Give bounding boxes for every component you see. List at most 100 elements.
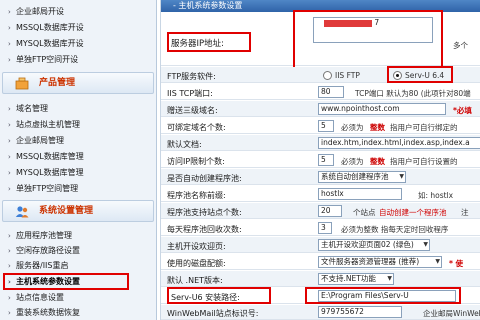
ip-limit-input[interactable]: 5: [318, 154, 334, 166]
sidebar-item-domains[interactable]: › 域名管理: [0, 101, 156, 116]
chevron-down-icon: ▼: [435, 258, 440, 265]
ip-limit-note-pre: 必须为: [341, 157, 364, 166]
ip-limit-row: 访问IP限制个数: 5 必须为 整数 指用户可自行设置的: [161, 152, 480, 168]
auto-pool-label: 是否自动创建程序池:: [167, 174, 242, 183]
sidebar-item-label: 单独FTP空间管理: [16, 184, 79, 193]
multi-ip-note: 多个: [453, 41, 468, 50]
redaction-mark: [324, 19, 372, 27]
default-doc-input[interactable]: index.htm,index.html,index.asp,index.a: [318, 137, 480, 149]
ftp-servu-radio[interactable]: [393, 71, 402, 80]
bind-count-note-bold: 整数: [370, 123, 385, 132]
bind-count-input[interactable]: 5: [318, 120, 334, 132]
server-ip-label: 服务器IP地址:: [171, 39, 224, 49]
sidebar-item-label: 站点虚拟主机管理: [16, 120, 80, 129]
bullet-icon: ›: [8, 294, 11, 302]
sidebar-item-vhosts[interactable]: › 站点虚拟主机管理: [0, 117, 156, 132]
pool-prefix-row: 程序池名称前缀: hostlx 如: hostlx: [161, 186, 480, 202]
sidebar: › 企业邮局开设 › MSSQL数据库开设 › MYSQL数据库开设 › 单独FTP空间…: [0, 0, 157, 320]
sidebar-item-label: 空闲存放路径设置: [16, 246, 80, 255]
open-page-select[interactable]: 主机开设欢迎页面02 (绿色) ▼: [318, 239, 430, 251]
bind-count-note-pre: 必须为: [341, 123, 364, 132]
server-ip-text: 7: [374, 18, 380, 27]
chevron-down-icon: ▼: [423, 241, 428, 248]
pool-recycle-row: 每天程序池回收次数: 3 必须为整数 指每天定时回收程序: [161, 220, 480, 236]
bullet-icon: ›: [8, 8, 11, 16]
products-icon: [15, 77, 29, 90]
sidebar-item-ftp-open[interactable]: › 单独FTP空间开设: [0, 52, 156, 67]
sidebar-item-site-info[interactable]: › 站点信息设置: [0, 290, 156, 305]
open-page-row: 主机开设欢迎页: 主机开设欢迎页面02 (绿色) ▼: [161, 237, 480, 253]
bullet-icon: ›: [8, 247, 11, 255]
iis-port-row: IIS TCP端口: 80 TCP端口 默认为80 (此项针对80端: [161, 84, 480, 100]
sidebar-item-label: MYSQL数据库管理: [16, 168, 84, 177]
ftp-iis-radio[interactable]: [323, 71, 332, 80]
pool-sites-note-red: 自动创建一个程序池: [379, 208, 447, 217]
sidebar-item-label: MSSQL数据库管理: [16, 152, 84, 161]
disk-space-select[interactable]: 文件服务器资源管理器 (推荐) ▼: [318, 256, 442, 268]
pool-prefix-label: 程序池名称前缀:: [167, 191, 226, 200]
iis-port-note: TCP端口 默认为80 (此项针对80端: [355, 89, 471, 98]
disk-space-label: 使用的磁盘配额:: [167, 259, 226, 268]
highlight-box: [3, 273, 129, 290]
sidebar-item-mysql-open[interactable]: › MYSQL数据库开设: [0, 36, 156, 51]
bullet-icon: ›: [8, 105, 11, 113]
servu-path-input[interactable]: E:\Program Files\Serv-U: [318, 290, 456, 302]
bullet-icon: ›: [8, 56, 11, 64]
auto-pool-select[interactable]: 系统自动创建程序池 ▼: [318, 171, 406, 183]
open-page-value: 主机开设欢迎页面02 (绿色): [321, 240, 414, 249]
ftp-iis-option: IIS FTP: [335, 71, 360, 80]
domain-input[interactable]: www.npointhost.com: [318, 103, 446, 115]
sidebar-item-mail-manage[interactable]: › 企业邮局管理: [0, 133, 156, 148]
ip-limit-label: 访问IP限制个数:: [167, 157, 225, 166]
chevron-down-icon: ▼: [399, 173, 404, 180]
server-ip-textarea[interactable]: 7: [313, 17, 433, 43]
server-ip-row: 服务器IP地址: 7 多个: [161, 10, 480, 70]
bullet-icon: ›: [8, 262, 11, 270]
sidebar-item-label: 企业邮局开设: [16, 7, 64, 16]
ftp-row: FTP服务软件: IIS FTP Serv-U 6.4: [161, 66, 480, 83]
sidebar-item-label: MSSQL数据库开设: [16, 23, 84, 32]
sidebar-item-reinstall-restore[interactable]: › 重装系统数据恢复: [0, 305, 156, 320]
sidebar-item-label: 重装系统数据恢复: [16, 308, 80, 317]
net-version-value: 不支持.NET功能: [321, 274, 376, 283]
bind-count-label: 可绑定域名个数:: [167, 123, 226, 132]
domain-row: 赠送三级域名: www.npointhost.com *必填: [161, 101, 480, 117]
bind-count-row: 可绑定域名个数: 5 必须为 整数 指用户可自行绑定的: [161, 118, 480, 134]
webmail-row: WinWebMail站点标识号: 979755672 企业邮局WinWebM: [161, 305, 480, 320]
ftp-servu-option: Serv-U 6.4: [405, 71, 445, 80]
pool-sites-note-pre: 个站点: [353, 208, 376, 217]
sidebar-item-mail-open[interactable]: › 企业邮局开设: [0, 4, 156, 19]
default-doc-label: 默认文档:: [167, 140, 202, 149]
sidebar-item-ftp-manage[interactable]: › 单独FTP空间管理: [0, 181, 156, 196]
auto-pool-value: 系统自动创建程序池: [321, 172, 389, 181]
sidebar-item-mysql-manage[interactable]: › MYSQL数据库管理: [0, 165, 156, 180]
sidebar-item-mssql-manage[interactable]: › MSSQL数据库管理: [0, 149, 156, 164]
bullet-icon: ›: [8, 169, 11, 177]
servu-path-label: Serv-U6 安装路径:: [171, 293, 240, 302]
pool-prefix-input[interactable]: hostlx: [318, 188, 402, 200]
iis-port-label: IIS TCP端口:: [167, 89, 213, 98]
pool-recycle-label: 每天程序池回收次数:: [167, 225, 242, 234]
disk-space-row: 使用的磁盘配额: 文件服务器资源管理器 (推荐) ▼ * 使: [161, 254, 480, 270]
sidebar-header-label: 系统设置管理: [39, 206, 94, 216]
bullet-icon: ›: [8, 232, 11, 240]
sidebar-item-app-pools[interactable]: › 应用程序池管理: [0, 228, 156, 243]
sidebar-header-products[interactable]: 产品管理: [2, 72, 154, 94]
ftp-label: FTP服务软件:: [167, 72, 216, 81]
sidebar-item-iis-restart[interactable]: › 服务器/IIS重启: [0, 258, 156, 273]
pool-sites-input[interactable]: 20: [318, 205, 342, 217]
pool-recycle-note: 必须为整数 指每天定时回收程序: [341, 225, 449, 234]
chevron-down-icon: ▼: [387, 275, 392, 282]
required-note: *必填: [453, 106, 472, 115]
net-version-select[interactable]: 不支持.NET功能 ▼: [318, 273, 394, 285]
sidebar-header-settings[interactable]: 系统设置管理: [2, 200, 154, 222]
sidebar-item-label: 应用程序池管理: [16, 231, 72, 240]
sidebar-item-label: 服务器/IIS重启: [16, 261, 69, 270]
sidebar-item-storage-path[interactable]: › 空闲存放路径设置: [0, 243, 156, 258]
iis-port-input[interactable]: 80: [318, 86, 344, 98]
sidebar-item-mssql-open[interactable]: › MSSQL数据库开设: [0, 20, 156, 35]
users-icon: [15, 206, 29, 218]
pool-recycle-input[interactable]: 3: [318, 222, 332, 234]
net-version-row: 默认 .NET版本: 不支持.NET功能 ▼: [161, 271, 480, 287]
webmail-input[interactable]: 979755672: [318, 306, 402, 318]
